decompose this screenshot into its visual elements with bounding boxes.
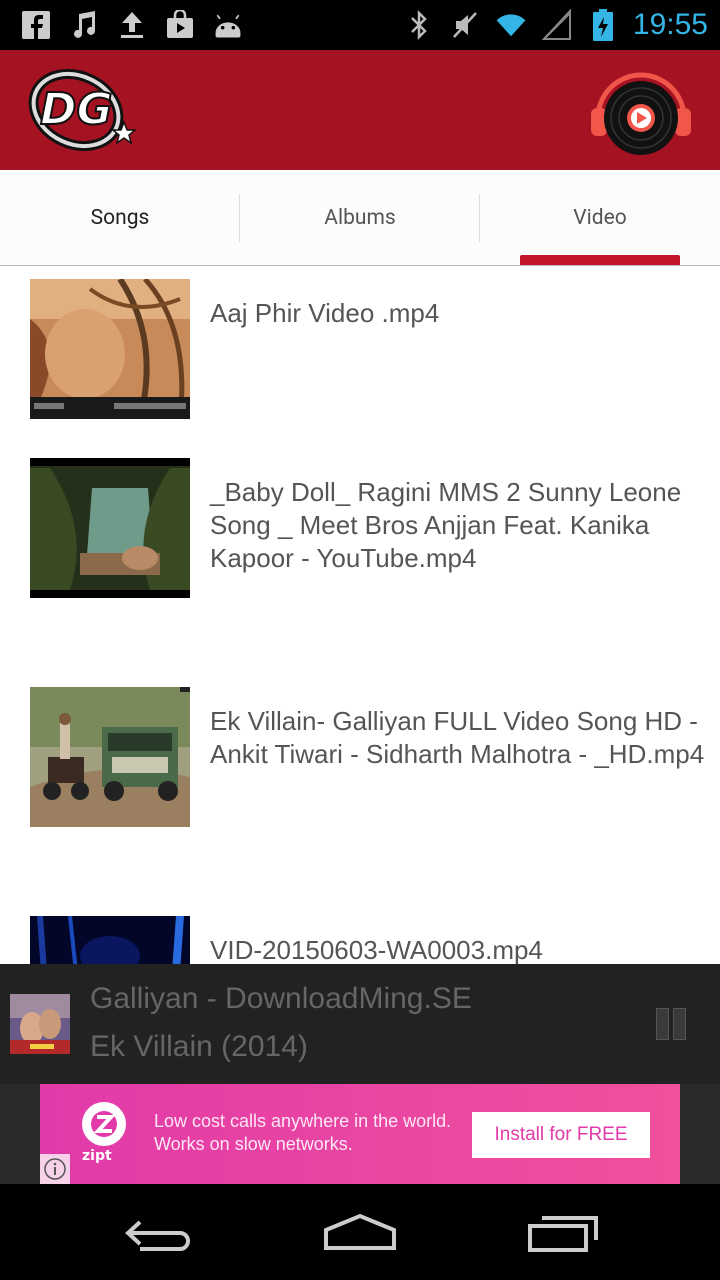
home-icon [324,1213,396,1250]
video-title: Aaj Phir Video .mp4 [210,298,440,328]
now-playing-bar[interactable]: Galliyan - DownloadMing.SE Ek Villain (2… [0,964,720,1084]
list-item[interactable]: Aaj Phir Video .mp4 [0,279,720,439]
android-icon [212,9,244,41]
selected-tab-indicator [520,255,680,265]
ad-text: Low cost calls anywhere in the world. Wo… [154,1111,452,1154]
signal-icon [541,9,573,41]
bluetooth-icon [403,9,435,41]
pause-icon [673,1008,686,1040]
list-item[interactable]: _Baby Doll_ Ragini MMS 2 Sunny Leone Son… [0,458,720,658]
video-list[interactable]: Aaj Phir Video .mp4 _Baby Doll_ Ragini M… [0,266,720,964]
install-button[interactable]: Install for FREE [472,1112,650,1158]
video-title: VID-20150603-WA0003.mp4 [210,935,543,964]
screen: 19:55 DG Songs Albums Video Aaj Phir Vid… [0,0,720,1280]
headphones-player-icon[interactable] [588,62,694,160]
video-thumbnail [30,458,190,598]
status-bar: 19:55 [0,0,720,50]
tab-songs[interactable]: Songs [0,170,240,265]
upload-icon [116,9,148,41]
video-thumbnail [30,279,190,419]
logo-text: DG [40,84,113,135]
video-thumbnail [30,916,190,964]
video-thumbnail [30,687,190,827]
video-title: Ek Villain- Galliyan FULL Video Song HD … [210,706,705,769]
back-button[interactable] [120,1202,200,1262]
pause-button[interactable] [654,1008,690,1044]
mute-icon [449,9,481,41]
back-icon [125,1220,190,1251]
list-item[interactable]: VID-20150603-WA0003.mp4 [0,916,720,964]
album-art [10,994,70,1054]
pause-icon [656,1008,669,1040]
ad-banner[interactable]: zipt Low cost calls anywhere in the worl… [40,1084,680,1184]
tab-video[interactable]: Video [480,170,720,265]
tab-label: Albums [324,205,396,230]
app-logo[interactable]: DG [26,64,138,154]
facebook-icon [20,9,52,41]
now-playing-album: Ek Villain (2014) [90,1030,308,1063]
tab-albums[interactable]: Albums [240,170,480,265]
tab-bar: Songs Albums Video [0,170,720,266]
ad-brand: zipt [82,1148,112,1164]
tab-label: Songs [90,205,150,230]
clock: 19:55 [632,8,708,41]
battery-icon [587,9,619,41]
zipt-logo-icon: zipt [76,1100,132,1166]
shopping-bag-icon [164,9,196,41]
video-title: _Baby Doll_ Ragini MMS 2 Sunny Leone Son… [210,477,682,573]
navigation-bar [0,1184,720,1280]
tab-label: Video [573,205,627,230]
info-icon[interactable] [40,1154,70,1184]
list-item[interactable]: Ek Villain- Galliyan FULL Video Song HD … [0,687,720,887]
music-note-icon [68,9,100,41]
recent-apps-icon [528,1216,598,1252]
wifi-icon [495,9,527,41]
now-playing-title: Galliyan - DownloadMing.SE [90,982,472,1015]
home-button[interactable] [320,1202,400,1262]
app-bar: DG [0,50,720,170]
recent-apps-button[interactable] [524,1202,604,1262]
